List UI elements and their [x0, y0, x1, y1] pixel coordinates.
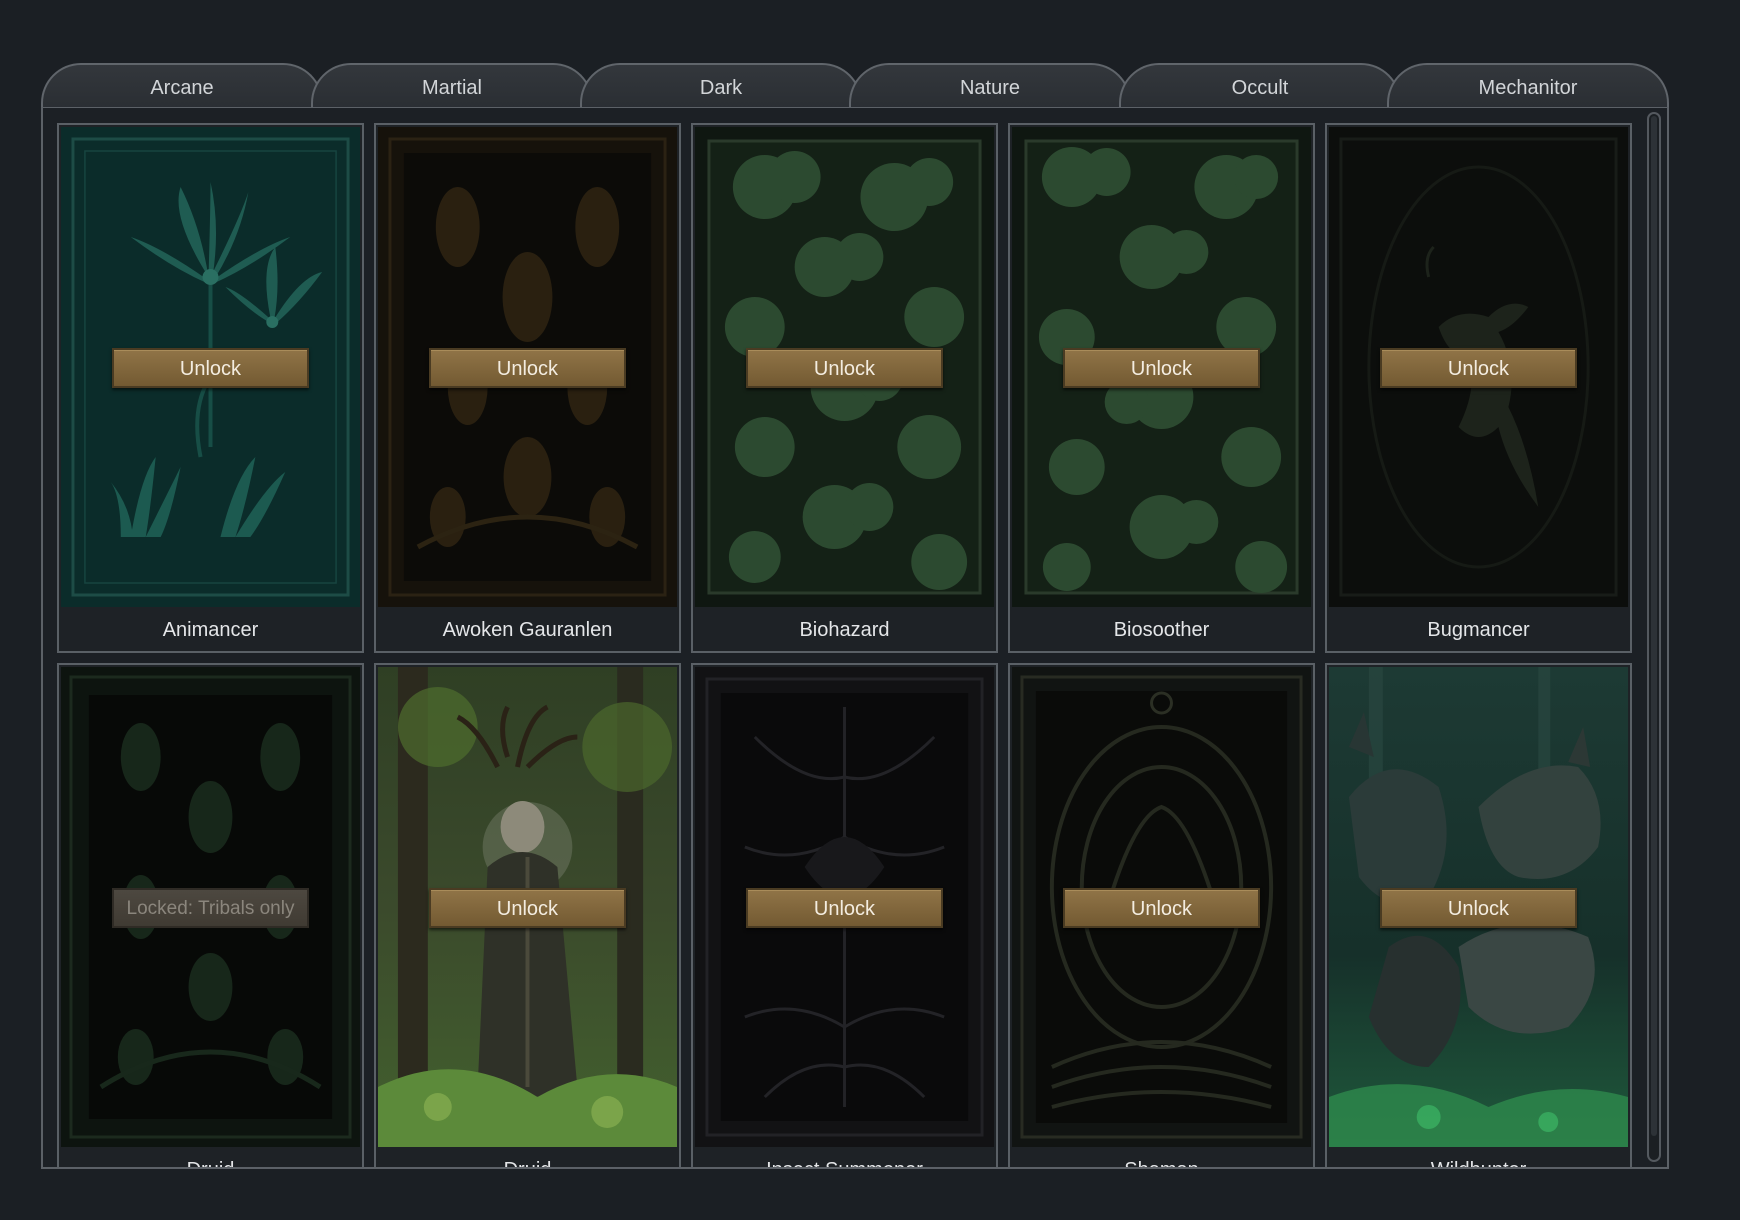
card-insect-summoner[interactable]: Unlock Insect Summoner	[691, 663, 998, 1167]
card-animancer[interactable]: Unlock Animancer	[57, 123, 364, 653]
unlock-button-wildhunter[interactable]: Unlock	[1380, 888, 1577, 928]
card-name-animancer: Animancer	[162, 619, 259, 641]
tab-dark[interactable]: Dark	[580, 63, 862, 109]
card-druid-locked[interactable]: Locked: Tribals only Druid	[57, 663, 364, 1167]
card-name-shaman: Shaman	[1010, 1151, 1313, 1167]
unlock-button-druid[interactable]: Unlock	[429, 888, 626, 928]
card-name-insect-summoner: Insect Summoner	[693, 1151, 996, 1167]
vertical-scrollbar[interactable]	[1647, 112, 1661, 1162]
card-grid-panel: Unlock Animancer Unlock Awoken Gauranlen…	[41, 107, 1669, 1169]
tab-mechanitor[interactable]: Mechanitor	[1387, 63, 1669, 109]
tab-martial[interactable]: Martial	[311, 63, 593, 109]
card-bugmancer[interactable]: Unlock Bugmancer	[1325, 123, 1632, 653]
scrollbar-thumb[interactable]	[1651, 116, 1657, 1136]
unlock-button-awoken-gauranlen[interactable]: Unlock	[429, 348, 626, 388]
card-name-wildhunter: Wildhunter	[1327, 1151, 1630, 1167]
card-biosoother[interactable]: Unlock Biosoother	[1008, 123, 1315, 653]
card-name-druid: Druid	[376, 1151, 679, 1167]
unlock-button-insect-summoner[interactable]: Unlock	[746, 888, 943, 928]
unlock-button-biosoother[interactable]: Unlock	[1063, 348, 1260, 388]
card-name-awoken-gauranlen: Awoken Gauranlen	[442, 619, 613, 641]
card-name-druid-locked: Druid	[59, 1151, 362, 1167]
tab-arcane[interactable]: Arcane	[41, 63, 323, 109]
unlock-button-biohazard[interactable]: Unlock	[746, 348, 943, 388]
card-name-biohazard: Biohazard	[799, 619, 890, 641]
category-tabs: Arcane Martial Dark Nature Occult Mechan…	[41, 63, 1669, 109]
unlock-button-shaman[interactable]: Unlock	[1063, 888, 1260, 928]
card-druid[interactable]: Unlock Druid	[374, 663, 681, 1167]
unlock-button-animancer[interactable]: Unlock	[112, 348, 309, 388]
tab-nature[interactable]: Nature	[849, 63, 1131, 109]
card-name-biosoother: Biosoother	[1113, 619, 1210, 641]
card-shaman[interactable]: Unlock Shaman	[1008, 663, 1315, 1167]
card-biohazard[interactable]: Unlock Biohazard	[691, 123, 998, 653]
card-wildhunter[interactable]: Unlock Wildhunter	[1325, 663, 1632, 1167]
tab-occult[interactable]: Occult	[1119, 63, 1401, 109]
card-awoken-gauranlen[interactable]: Unlock Awoken Gauranlen	[374, 123, 681, 653]
locked-button-druid: Locked: Tribals only	[112, 888, 309, 928]
card-name-bugmancer: Bugmancer	[1427, 619, 1530, 641]
unlock-button-bugmancer[interactable]: Unlock	[1380, 348, 1577, 388]
